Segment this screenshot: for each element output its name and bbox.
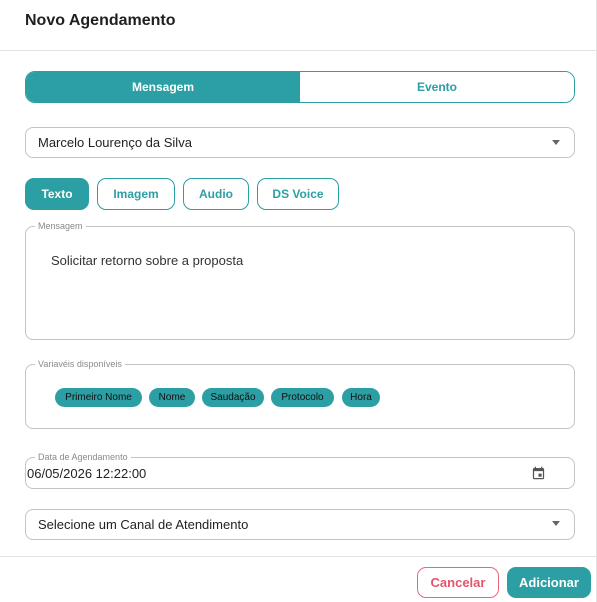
- schedule-dialog: Novo Agendamento Mensagem Evento Marcelo…: [0, 0, 597, 602]
- schedule-date-label: Data de Agendamento: [35, 451, 131, 463]
- chevron-down-icon: [552, 521, 560, 526]
- cancel-button[interactable]: Cancelar: [417, 567, 499, 598]
- channel-select[interactable]: Selecione um Canal de Atendimento: [25, 509, 575, 540]
- tab-mensagem[interactable]: Mensagem: [26, 72, 300, 102]
- variable-chip-protocolo[interactable]: Protocolo: [271, 388, 334, 407]
- calendar-icon[interactable]: [531, 465, 546, 481]
- variable-chip-hora[interactable]: Hora: [342, 388, 380, 407]
- type-audio-button[interactable]: Audio: [183, 178, 249, 210]
- type-imagem-button[interactable]: Imagem: [97, 178, 175, 210]
- contact-select-value: Marcelo Lourenço da Silva: [38, 135, 192, 150]
- mode-toggle: Mensagem Evento: [25, 71, 575, 103]
- message-label: Mensagem: [35, 220, 86, 232]
- channel-select-value: Selecione um Canal de Atendimento: [38, 517, 249, 532]
- footer-divider: [0, 556, 597, 557]
- message-value: Solicitar retorno sobre a proposta: [51, 253, 244, 268]
- type-ds-voice-button[interactable]: DS Voice: [257, 178, 339, 210]
- variable-chip-nome[interactable]: Nome: [149, 388, 195, 407]
- type-texto-button[interactable]: Texto: [25, 178, 89, 210]
- dialog-title: Novo Agendamento: [25, 12, 176, 29]
- schedule-date-value: 06/05/2026 12:22:00: [27, 466, 147, 481]
- message-textarea[interactable]: Mensagem Solicitar retorno sobre a propo…: [25, 220, 575, 340]
- tab-evento[interactable]: Evento: [300, 72, 574, 102]
- variable-chip-saudacao[interactable]: Saudação: [202, 388, 264, 407]
- variables-label: Variavéis disponíveis: [35, 358, 125, 370]
- variable-chip-primeiro-nome[interactable]: Primeiro Nome: [55, 388, 142, 407]
- add-button[interactable]: Adicionar: [507, 567, 591, 598]
- header-divider: [0, 50, 597, 51]
- chevron-down-icon: [552, 140, 560, 145]
- schedule-date-field[interactable]: Data de Agendamento 06/05/2026 12:22:00: [25, 451, 575, 489]
- contact-select[interactable]: Marcelo Lourenço da Silva: [25, 127, 575, 158]
